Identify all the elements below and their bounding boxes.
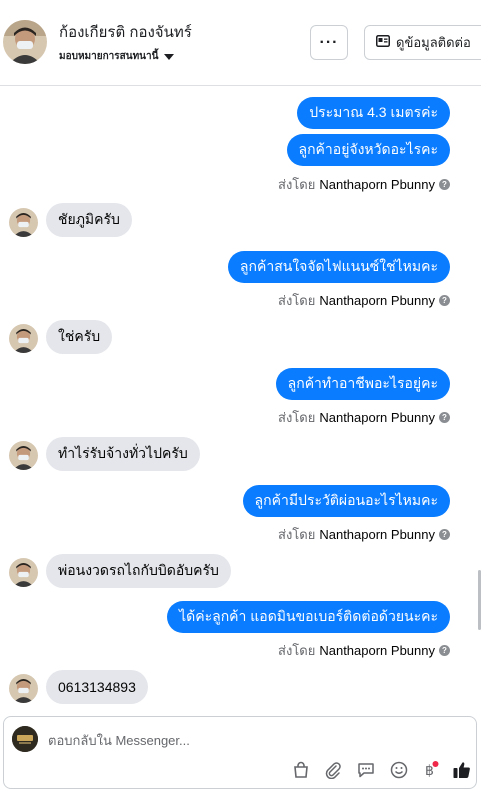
emoji-icon[interactable]: [388, 759, 410, 781]
sent-by-prefix: ส่งโดย: [278, 527, 316, 542]
baht-payment-icon[interactable]: ฿: [419, 759, 441, 781]
message-outgoing[interactable]: ได้ค่ะลูกค้า แอดมินขอเบอร์ติดต่อด้วยนะคะ: [167, 601, 450, 633]
question-mark-icon[interactable]: ?: [439, 179, 450, 190]
sent-by-row: ส่งโดย Nanthaporn Pbunny ?: [278, 290, 450, 311]
reply-composer: ฿: [3, 716, 477, 789]
contact-avatar-small[interactable]: [9, 208, 38, 237]
shopping-bag-icon[interactable]: [290, 759, 312, 781]
message-outgoing[interactable]: ประมาณ 4.3 เมตรค่ะ: [297, 97, 450, 129]
contact-avatar-small[interactable]: [9, 558, 38, 587]
contact-avatar-small[interactable]: [9, 441, 38, 470]
sent-by-prefix: ส่งโดย: [278, 643, 316, 658]
question-mark-icon[interactable]: ?: [439, 529, 450, 540]
question-mark-icon[interactable]: ?: [439, 412, 450, 423]
message-outgoing[interactable]: ลูกค้ามีประวัติผ่อนอะไรไหมคะ: [242, 485, 450, 517]
contact-avatar[interactable]: [3, 20, 47, 64]
sent-by-row: ส่งโดย Nanthaporn Pbunny ?: [278, 174, 450, 195]
svg-text:฿: ฿: [425, 763, 434, 779]
contact-avatar-small[interactable]: [9, 674, 38, 703]
message-incoming[interactable]: พ่อนงวดรถไถกับบิดอับครับ: [46, 554, 231, 588]
sent-by-row: ส่งโดย Nanthaporn Pbunny ?: [278, 524, 450, 545]
sender-name: Nanthaporn Pbunny: [319, 527, 435, 542]
page-avatar: [12, 726, 38, 752]
like-icon[interactable]: [451, 759, 473, 781]
caret-down-icon: [164, 53, 175, 60]
sender-name: Nanthaporn Pbunny: [319, 177, 435, 192]
sent-by-prefix: ส่งโดย: [278, 177, 316, 192]
more-options-button[interactable]: ···: [310, 25, 348, 60]
sent-by-row: ส่งโดย Nanthaporn Pbunny ?: [278, 640, 450, 661]
sent-by-prefix: ส่งโดย: [278, 410, 316, 425]
assign-conversation-dropdown[interactable]: มอบหมายการสนทนานี้: [59, 49, 175, 64]
assign-label: มอบหมายการสนทนานี้: [59, 51, 159, 62]
message-outgoing[interactable]: ลูกค้าอยู่จังหวัดอะไรคะ: [286, 134, 450, 166]
more-label: ···: [319, 33, 339, 51]
sent-by-prefix: ส่งโดย: [278, 293, 316, 308]
contact-info-button[interactable]: ดูข้อมูลติดต่อ: [364, 25, 481, 60]
question-mark-icon[interactable]: ?: [439, 295, 450, 306]
contact-card-icon: [376, 35, 390, 50]
sender-name: Nanthaporn Pbunny: [319, 643, 435, 658]
contact-avatar-small[interactable]: [9, 324, 38, 353]
sent-by-row: ส่งโดย Nanthaporn Pbunny ?: [278, 407, 450, 428]
message-incoming[interactable]: ชัยภูมิครับ: [46, 203, 132, 237]
message-thread[interactable]: ประมาณ 4.3 เมตรค่ะ ลูกค้าอยู่จังหวัดอะไร…: [0, 87, 481, 712]
message-outgoing[interactable]: ลูกค้าสนใจจัดไฟแนนซ์ใช่ไหมคะ: [227, 251, 450, 283]
message-incoming[interactable]: ใช่ครับ: [46, 320, 113, 354]
question-mark-icon[interactable]: ?: [439, 645, 450, 656]
saved-reply-icon[interactable]: [355, 759, 377, 781]
message-incoming[interactable]: ทำไร่รับจ้างทั่วไปครับ: [46, 437, 200, 471]
reply-input[interactable]: [48, 730, 348, 750]
sender-name: Nanthaporn Pbunny: [319, 293, 435, 308]
message-outgoing[interactable]: ลูกค้าทำอาชีพอะไรอยู่คะ: [275, 368, 450, 400]
contact-info-label: ดูข้อมูลติดต่อ: [396, 35, 471, 50]
sender-name: Nanthaporn Pbunny: [319, 410, 435, 425]
message-incoming[interactable]: 0613134893: [46, 670, 148, 704]
paperclip-icon[interactable]: [322, 759, 344, 781]
conversation-header: ก้องเกียรติ กองจันทร์ มอบหมายการสนทนานี้…: [0, 0, 481, 86]
contact-name[interactable]: ก้องเกียรติ กองจันทร์: [59, 20, 192, 44]
